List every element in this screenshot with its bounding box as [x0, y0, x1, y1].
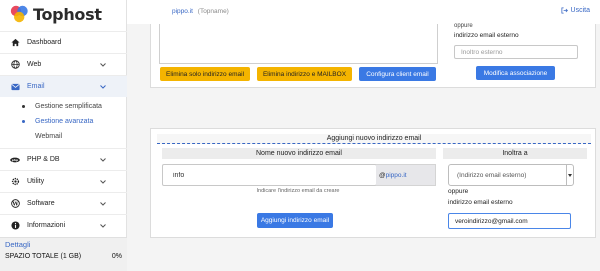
forward-select-value: (Indirizzo email esterno) — [457, 171, 527, 179]
chevron-down-icon — [100, 158, 106, 162]
sidebar-item-web[interactable]: Web — [0, 53, 127, 75]
top-header: pippo.it (Topname) Uscita — [127, 0, 600, 24]
details-box: Dettagli SPAZIO TOTALE (1 GB) 0% — [0, 237, 127, 271]
sidebar-item-dashboard[interactable]: Dashboard — [0, 31, 127, 53]
current-domain: pippo.it (Topname) — [172, 8, 229, 15]
email-domain-suffix: @ pippo.it — [376, 164, 436, 186]
at-sign: @ — [379, 171, 386, 179]
logout-label: Uscita — [570, 7, 590, 14]
email-submenu: Gestione semplificata Gestione avanzata … — [0, 97, 127, 148]
add-email-title: Aggiungi nuovo indirizzo email — [157, 134, 591, 144]
sidebar-subitem-label: Webmail — [35, 133, 63, 140]
sidebar-item-label: Utility — [27, 178, 45, 185]
chevron-down-icon — [100, 63, 106, 67]
column-header-forward: Inoltra a — [443, 148, 587, 159]
sidebar-item-label: PHP & DB — [27, 156, 60, 163]
chevron-down-icon — [100, 85, 106, 89]
database-icon: php — [10, 155, 20, 165]
details-title[interactable]: Dettagli — [5, 240, 122, 249]
external-email-label: indirizzo email esterno — [448, 199, 513, 206]
sidebar-subitem-webmail[interactable]: Webmail — [0, 129, 127, 144]
sidebar-item-label: Dashboard — [27, 39, 62, 46]
sidebar-item-email[interactable]: Email — [0, 75, 127, 97]
sidebar-subitem-label: Gestione avanzata — [35, 118, 94, 125]
info-icon — [10, 221, 20, 231]
oppure-label: oppure — [448, 188, 469, 195]
add-email-panel: Aggiungi nuovo indirizzo email Nome nuov… — [150, 128, 596, 238]
existing-email-panel: Elimina solo indirizzo email Elimina ind… — [150, 23, 596, 88]
external-email-label: indirizzo email esterno — [454, 32, 519, 39]
delete-email-only-button[interactable]: Elimina solo indirizzo email — [160, 67, 250, 81]
svg-text:php: php — [12, 158, 18, 162]
globe-icon — [10, 60, 20, 70]
logo[interactable]: Tophost — [9, 3, 102, 25]
sidebar: Tophost Dashboard Web Email Gestione sem… — [0, 0, 127, 271]
bullet-icon — [22, 105, 25, 108]
sidebar-item-label: Software — [27, 200, 55, 207]
domain-type: (Topname) — [197, 8, 229, 15]
gear-icon — [10, 177, 20, 187]
sidebar-item-label: Email — [27, 83, 45, 90]
bullet-icon — [22, 120, 25, 123]
configure-client-button[interactable]: Configura client email — [359, 67, 436, 81]
sidebar-item-utility[interactable]: Utility — [0, 170, 127, 192]
column-header-name: Nome nuovo indirizzo email — [162, 148, 436, 159]
external-forward-input[interactable] — [454, 45, 578, 59]
space-label: SPAZIO TOTALE (1 GB) — [5, 253, 82, 260]
add-email-button[interactable]: Aggiungi indirizzo email — [257, 213, 333, 228]
modify-association-button[interactable]: Modifica associazione — [476, 66, 555, 80]
sidebar-subitem-gestione-avanzata[interactable]: Gestione avanzata — [0, 114, 127, 129]
sidebar-item-software[interactable]: W Software — [0, 192, 127, 214]
chevron-down-icon — [100, 224, 106, 228]
sidebar-item-php-db[interactable]: php PHP & DB — [0, 148, 127, 170]
email-hint: Indicare l'indirizzo email da creare — [256, 188, 340, 194]
chevron-down-icon — [100, 180, 106, 184]
brand-name: Tophost — [33, 4, 102, 24]
external-email-input[interactable] — [448, 213, 571, 229]
sidebar-nav: Dashboard Web Email Gestione semplificat… — [0, 31, 127, 236]
envelope-icon — [10, 82, 20, 92]
oppure-label: oppure — [454, 23, 473, 29]
space-usage-row: SPAZIO TOTALE (1 GB) 0% — [5, 253, 122, 260]
domain-name[interactable]: pippo.it — [172, 8, 193, 15]
space-value: 0% — [111, 253, 122, 260]
sidebar-item-informazioni[interactable]: Informazioni — [0, 214, 127, 236]
logout-icon — [561, 7, 568, 14]
home-icon — [10, 38, 20, 48]
sidebar-subitem-gestione-semplificata[interactable]: Gestione semplificata — [0, 99, 127, 114]
sidebar-item-label: Web — [27, 61, 42, 68]
sidebar-item-label: Informazioni — [27, 222, 66, 229]
forward-select[interactable]: (Indirizzo email esterno) — [448, 164, 574, 186]
sidebar-subitem-label: Gestione semplificata — [35, 103, 102, 110]
chevron-down-icon — [100, 202, 106, 206]
delete-email-mailbox-button[interactable]: Elimina indirizzo e MAILBOX — [257, 67, 352, 81]
email-textarea[interactable] — [159, 24, 438, 64]
suffix-domain: pippo.it — [385, 171, 407, 179]
tophost-logo-icon — [10, 5, 28, 23]
wordpress-icon: W — [10, 199, 20, 209]
select-arrow-icon — [566, 165, 573, 185]
new-email-name-input[interactable] — [162, 164, 377, 186]
svg-text:W: W — [11, 201, 19, 207]
logout-link[interactable]: Uscita — [561, 7, 590, 14]
